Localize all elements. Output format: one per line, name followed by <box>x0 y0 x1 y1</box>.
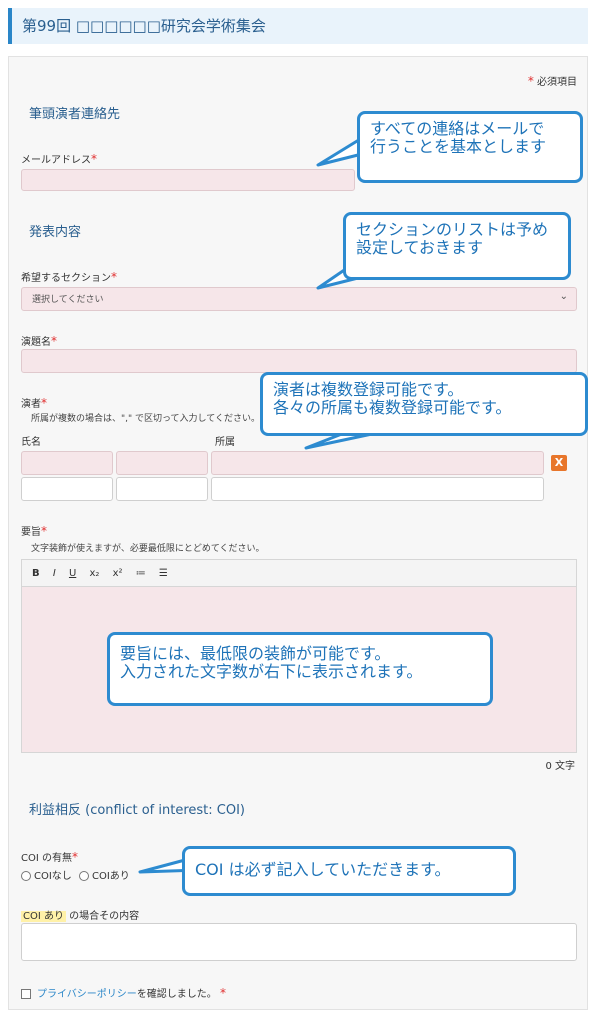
callout-abstract: 要旨には、最低限の装飾が可能です。 入力された文字数が右下に表示されます。 <box>107 632 493 706</box>
callout-email: すべての連絡はメールで 行うことを基本とします <box>357 111 583 183</box>
callout-coi: COI は必ず記入していただきます。 <box>182 846 516 896</box>
callout-presenters: 演者は複数登録可能です。 各々の所属も複数登録可能です。 <box>260 372 588 436</box>
callout-section: セクションのリストは予め 設定しておきます <box>343 212 571 280</box>
